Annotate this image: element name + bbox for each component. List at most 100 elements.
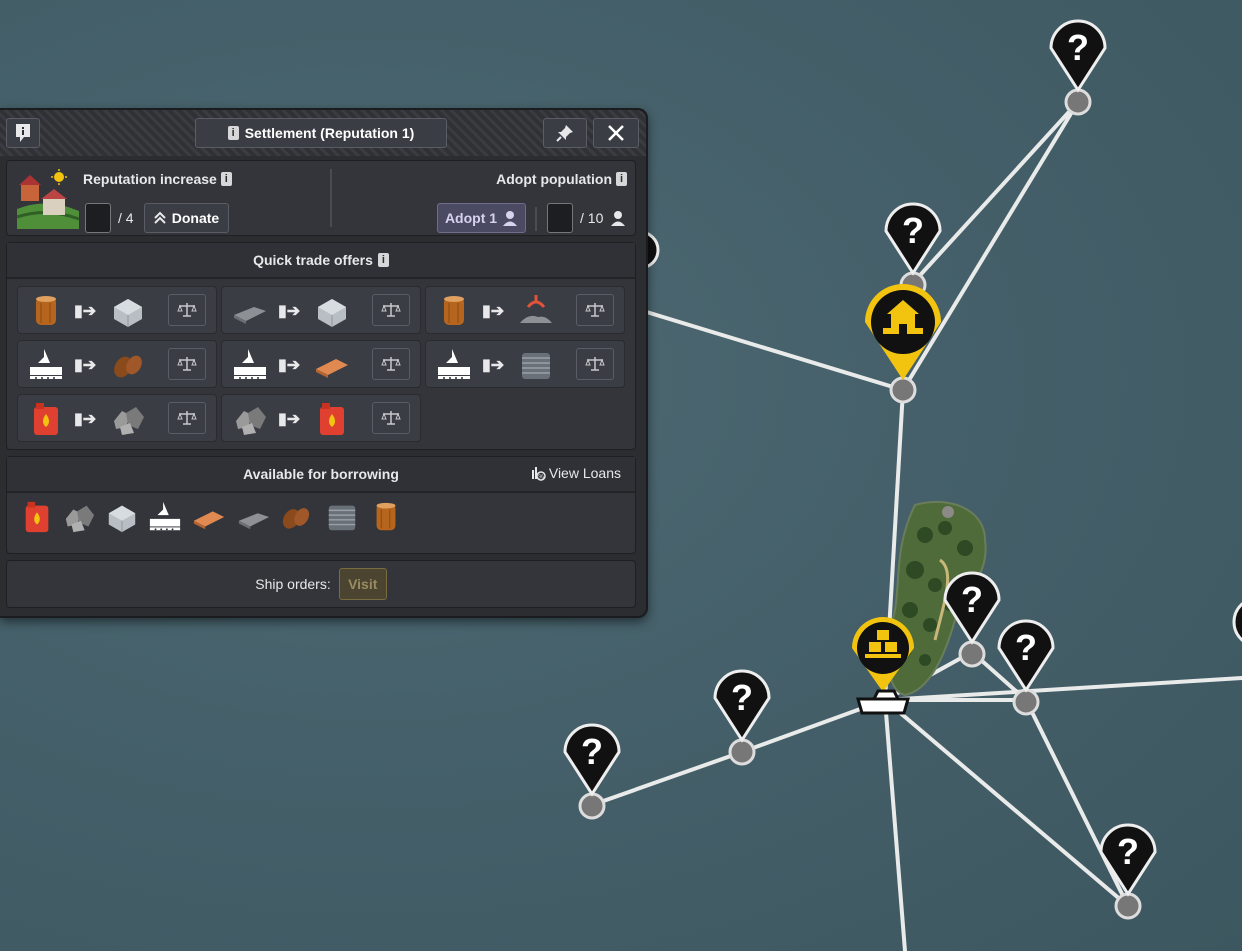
trade-offer: ▮➔ xyxy=(17,286,217,334)
unknown-marker: ? xyxy=(884,202,942,299)
reputation-label-text: Reputation increase xyxy=(83,171,217,187)
scales-icon xyxy=(381,357,401,371)
wood-log-icon xyxy=(376,502,396,531)
divider xyxy=(330,169,332,227)
trade-button[interactable] xyxy=(168,348,206,380)
info-icon xyxy=(16,124,30,142)
reputation-section: Reputation increase i / 4 Donate Adopt p… xyxy=(6,160,636,236)
pin-icon xyxy=(556,125,573,142)
trade-button[interactable] xyxy=(372,348,410,380)
quick-trade-header: Quick trade offers i xyxy=(7,243,635,279)
adopt-button-label: Adopt 1 xyxy=(444,210,498,226)
bread-icon xyxy=(114,355,142,378)
stone-rubble-icon xyxy=(114,407,144,435)
bread-icon xyxy=(282,508,310,529)
panel-title-text: Settlement (Reputation 1) xyxy=(244,125,415,141)
svg-text:?: ? xyxy=(1117,831,1139,872)
trade-offer: ▮➔ xyxy=(17,340,217,388)
scales-icon xyxy=(177,303,197,317)
steel-coil-icon xyxy=(522,353,550,379)
donate-button[interactable]: Donate xyxy=(144,203,229,233)
settlement-panel: i Settlement (Reputation 1) Reputation i… xyxy=(0,108,648,618)
svg-text:?: ? xyxy=(1067,27,1089,68)
info-button[interactable] xyxy=(6,118,40,148)
trade-button[interactable] xyxy=(168,294,206,326)
stone-rubble-icon xyxy=(65,505,95,533)
arrow-icon: ▮➔ xyxy=(74,357,97,374)
wood-log-icon xyxy=(36,296,56,325)
ship-orders-section: Ship orders: Visit xyxy=(6,560,636,608)
trade-button[interactable] xyxy=(372,402,410,434)
trade-offer: ▮➔ xyxy=(221,394,421,442)
quick-trade-label: Quick trade offers xyxy=(253,252,373,268)
iron-plate-icon xyxy=(238,513,270,530)
adopt-input[interactable] xyxy=(547,203,573,233)
close-button[interactable] xyxy=(593,118,639,148)
arrow-icon: ▮➔ xyxy=(482,357,505,374)
trade-offer: ▮➔ xyxy=(425,340,625,388)
scrap-claw-icon xyxy=(520,295,552,323)
arrow-icon: ▮➔ xyxy=(278,303,301,320)
reputation-max: / 4 xyxy=(118,210,134,226)
donate-label: Donate xyxy=(171,210,220,226)
food-crate-icon xyxy=(438,349,470,379)
adopt-button[interactable]: Adopt 1 xyxy=(437,203,526,233)
scales-icon xyxy=(585,357,605,371)
unknown-marker: ? xyxy=(563,723,621,820)
scales-icon xyxy=(381,303,401,317)
svg-text:?: ? xyxy=(961,579,983,620)
food-crate-icon xyxy=(234,349,266,379)
svg-text:?: ? xyxy=(902,210,924,251)
info-badge-icon: i xyxy=(377,253,389,267)
trade-offer: ▮➔ xyxy=(17,394,217,442)
borrowing-section: Available for borrowing % View Loans xyxy=(6,456,636,554)
unknown-markers: ? ? ? ? ? ? ? xyxy=(563,19,1242,920)
concrete-block-icon xyxy=(114,299,142,327)
trade-button[interactable] xyxy=(576,294,614,326)
arrow-icon: ▮➔ xyxy=(74,411,97,428)
trade-offer: ▮➔ xyxy=(221,286,421,334)
arrow-icon: ▮➔ xyxy=(74,303,97,320)
trade-button[interactable] xyxy=(168,402,206,434)
reputation-input[interactable] xyxy=(85,203,111,233)
scales-icon xyxy=(381,411,401,425)
arrow-icon: ▮➔ xyxy=(278,411,301,428)
svg-text:?: ? xyxy=(581,731,603,772)
panel-title: i Settlement (Reputation 1) xyxy=(195,118,447,148)
unknown-marker: ? xyxy=(1049,19,1107,116)
borrowing-label: Available for borrowing xyxy=(243,466,399,482)
visit-button[interactable]: Visit xyxy=(338,568,387,600)
divider xyxy=(535,207,537,231)
wood-plank-icon xyxy=(316,359,348,378)
close-icon xyxy=(608,125,624,141)
view-loans-label: View Loans xyxy=(548,465,621,481)
trade-button[interactable] xyxy=(576,348,614,380)
ship-orders-label: Ship orders: xyxy=(255,576,331,592)
fuel-canister-icon xyxy=(25,501,49,533)
iron-plate-icon xyxy=(234,307,266,324)
person-icon xyxy=(611,211,625,226)
view-loans-link[interactable]: % View Loans xyxy=(530,465,621,481)
trade-offer: ▮➔ xyxy=(425,286,625,334)
unknown-marker: ? xyxy=(713,669,771,766)
food-crate-icon xyxy=(149,501,181,531)
scales-icon xyxy=(177,411,197,425)
stone-rubble-icon xyxy=(236,407,266,435)
trade-offer: ▮➔ xyxy=(221,340,421,388)
adopt-max: / 10 xyxy=(580,210,604,226)
wood-log-icon xyxy=(444,296,464,325)
fuel-canister-icon xyxy=(320,403,344,435)
adopt-label: Adopt population i xyxy=(496,171,627,187)
settlement-farm-icon xyxy=(17,169,79,229)
loans-icon: % xyxy=(531,467,546,481)
wood-plank-icon xyxy=(193,511,225,530)
pin-button[interactable] xyxy=(543,118,587,148)
food-crate-icon xyxy=(30,349,62,379)
trade-button[interactable] xyxy=(372,294,410,326)
reputation-label: Reputation increase i xyxy=(83,171,232,187)
svg-text:%: % xyxy=(538,475,544,481)
person-icon xyxy=(503,211,518,226)
fuel-canister-icon xyxy=(34,403,58,435)
svg-text:?: ? xyxy=(731,677,753,718)
concrete-block-icon xyxy=(108,505,136,533)
